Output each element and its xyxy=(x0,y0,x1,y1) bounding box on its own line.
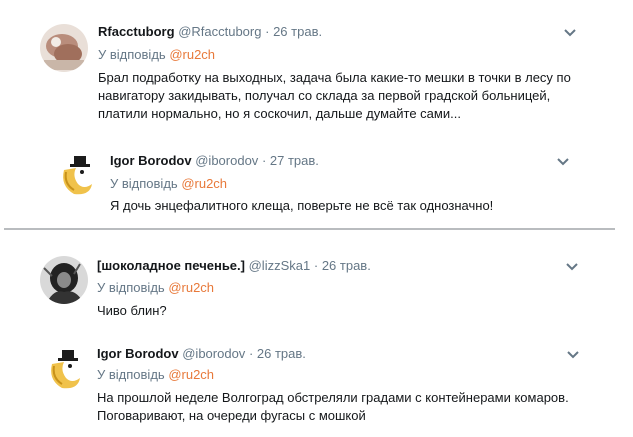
tweet-header: [шоколадное печенье.] @lizzSka1 · 26 тра… xyxy=(97,258,371,274)
author-handle[interactable]: @iborodov xyxy=(195,153,258,168)
tweet-text: Я дочь энцефалитного клеща, поверьте не … xyxy=(110,198,494,213)
tweet-header: Rfacctuborg @Rfacctuborg · 26 трав. xyxy=(98,24,322,40)
author-name[interactable]: Igor Borodov xyxy=(97,346,179,361)
timestamp[interactable]: 26 трав. xyxy=(273,24,322,39)
avatar[interactable] xyxy=(40,256,88,304)
separator-dot: · xyxy=(248,346,254,361)
chevron-down-icon[interactable] xyxy=(565,262,579,272)
tweet-card[interactable]: Igor Borodov @iborodov · 26 трав. У відп… xyxy=(0,330,633,437)
reply-context: У відповідь @ru2ch xyxy=(97,280,214,296)
reply-prefix: У відповідь xyxy=(98,47,166,62)
reply-prefix: У відповідь xyxy=(97,367,165,382)
tweet-text: Чиво блин? xyxy=(97,303,167,318)
reply-mention-link[interactable]: @ru2ch xyxy=(168,280,214,295)
author-name[interactable]: [шоколадное печенье.] xyxy=(97,258,245,273)
chevron-down-icon[interactable] xyxy=(566,350,580,360)
avatar[interactable] xyxy=(40,24,88,72)
author-name[interactable]: Igor Borodov xyxy=(110,153,192,168)
tweet-card[interactable]: Rfacctuborg @Rfacctuborg · 26 трав. У ві… xyxy=(0,0,633,150)
reply-mention-link[interactable]: @ru2ch xyxy=(168,367,214,382)
timestamp[interactable]: 26 трав. xyxy=(257,346,306,361)
reply-prefix: У відповідь xyxy=(97,280,165,295)
tweet-text: На прошлой неделе Волгоград обстреляли г… xyxy=(97,390,569,423)
reply-mention-link[interactable]: @ru2ch xyxy=(181,176,227,191)
separator-dot: · xyxy=(261,153,267,168)
avatar[interactable] xyxy=(42,344,90,392)
avatar[interactable] xyxy=(54,150,102,198)
tweet-card[interactable]: [шоколадное печенье.] @lizzSka1 · 26 тра… xyxy=(0,240,633,338)
reply-context: У відповідь @ru2ch xyxy=(97,367,214,383)
chevron-down-icon[interactable] xyxy=(556,157,570,167)
author-handle[interactable]: @lizzSka1 xyxy=(249,258,311,273)
reply-prefix: У відповідь xyxy=(110,176,178,191)
separator-dot: · xyxy=(313,258,319,273)
reply-context: У відповідь @ru2ch xyxy=(98,47,215,63)
tweet-card[interactable]: Igor Borodov @iborodov · 27 трав. У відп… xyxy=(0,140,633,228)
separator-dot: · xyxy=(265,24,270,39)
author-handle[interactable]: @Rfacctuborg xyxy=(178,24,261,39)
chevron-down-icon[interactable] xyxy=(563,28,577,38)
author-handle[interactable]: @iborodov xyxy=(182,346,245,361)
conversation-divider xyxy=(4,228,615,230)
timestamp[interactable]: 27 трав. xyxy=(270,153,319,168)
author-name[interactable]: Rfacctuborg xyxy=(98,24,175,39)
reply-mention-link[interactable]: @ru2ch xyxy=(169,47,215,62)
reply-context: У відповідь @ru2ch xyxy=(110,176,227,192)
timestamp[interactable]: 26 трав. xyxy=(322,258,371,273)
tweet-header: Igor Borodov @iborodov · 26 трав. xyxy=(97,346,306,362)
tweet-header: Igor Borodov @iborodov · 27 трав. xyxy=(110,153,319,169)
tweet-text: Брал подработку на выходных, задача была… xyxy=(98,70,571,121)
